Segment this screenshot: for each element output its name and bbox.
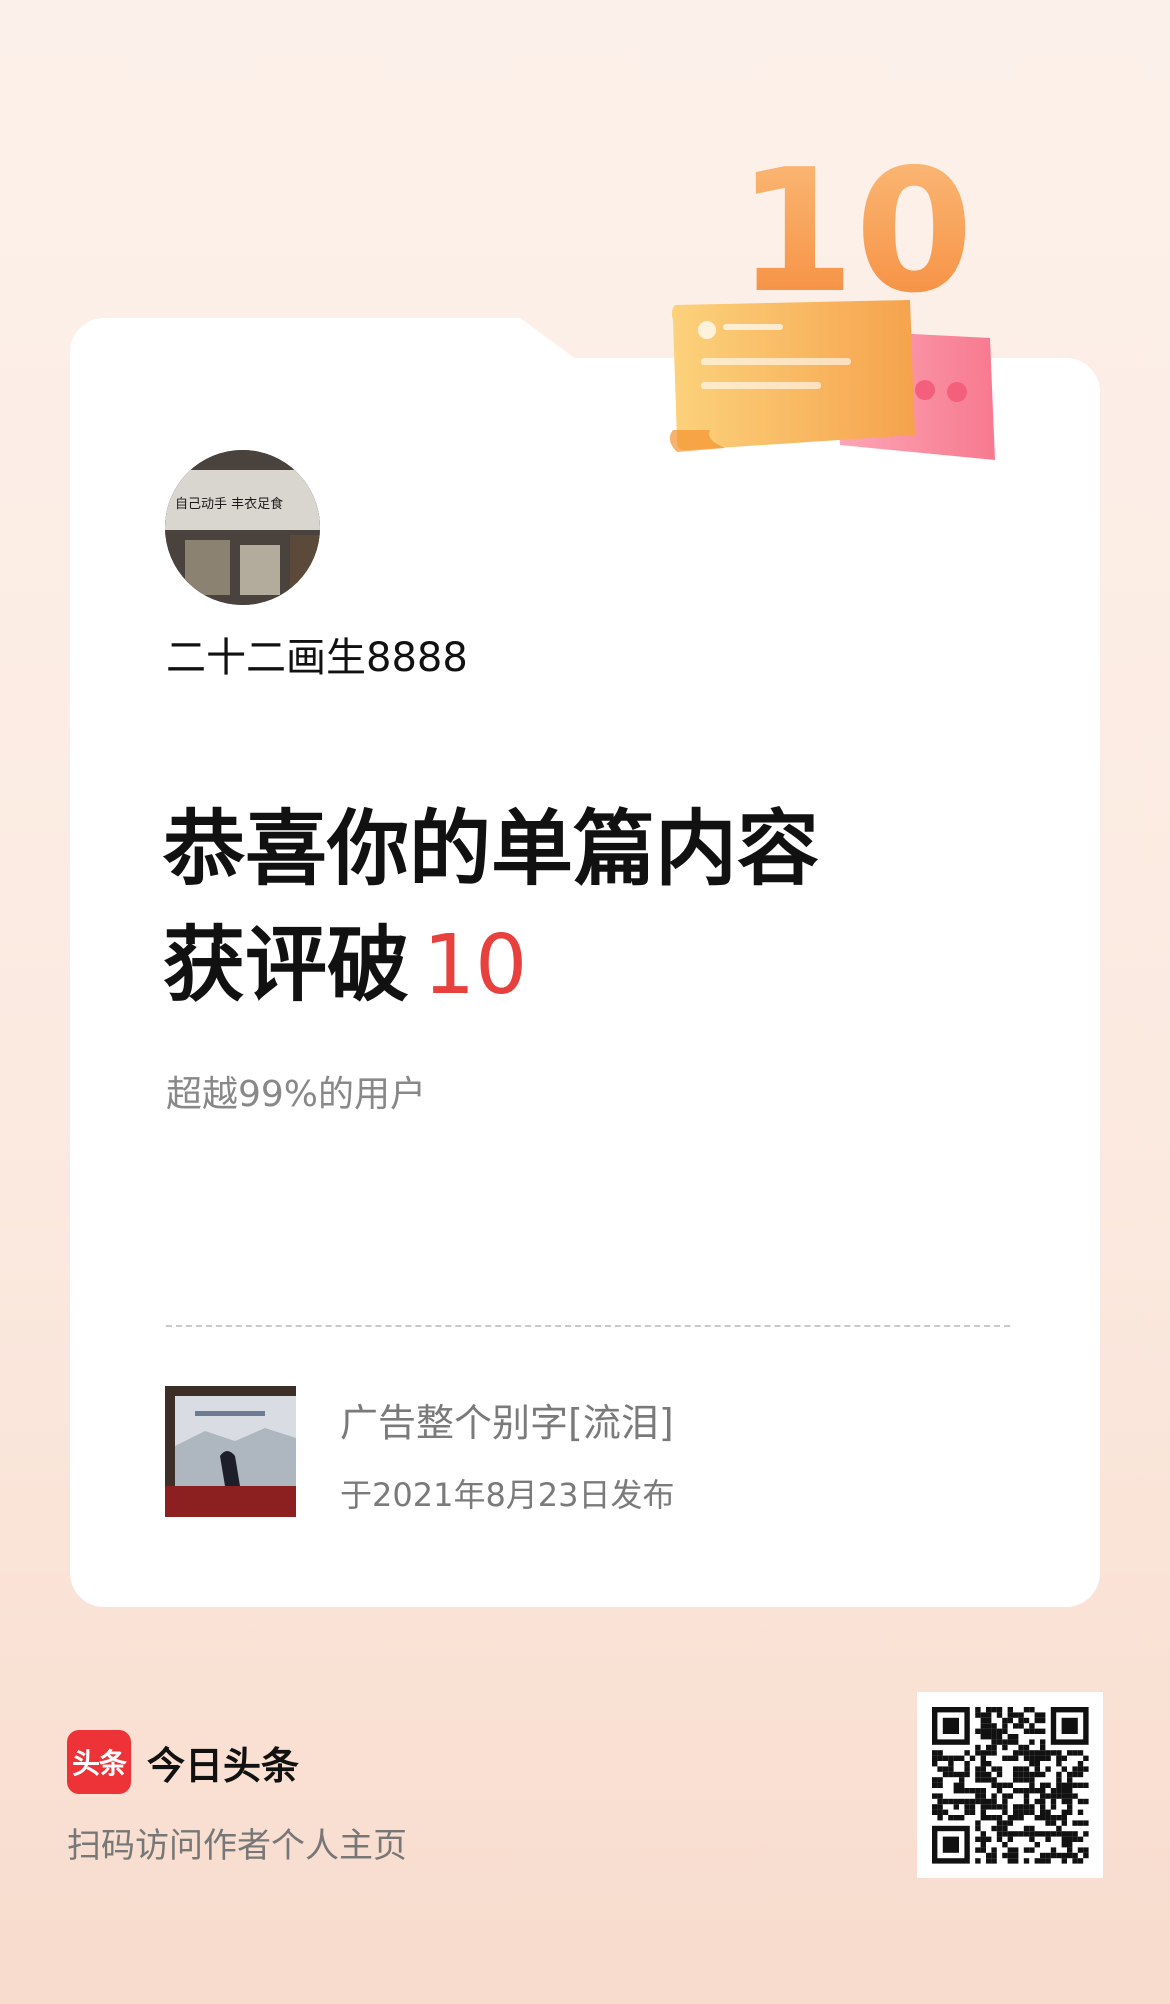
article-thumbnail[interactable]: [165, 1386, 296, 1517]
article-title[interactable]: 广告整个别字[流泪]: [340, 1392, 674, 1447]
headline-prefix: 获评破: [163, 918, 410, 1013]
qr-code-icon[interactable]: [917, 1692, 1103, 1878]
scan-hint: 扫码访问作者个人主页: [67, 1826, 407, 1866]
toutiao-logo-icon: 头条: [67, 1730, 131, 1794]
brand: 头条 今日头条: [67, 1730, 299, 1794]
brand-logo-text: 头条: [71, 1747, 127, 1780]
qr-code-graphic: [917, 1692, 1103, 1878]
headline-line2: 获评破 10: [163, 908, 819, 1024]
headline: 恭喜你的单篇内容 获评破 10: [163, 792, 819, 1024]
qr-finder-mark: [1050, 1707, 1089, 1745]
scroll-line-shape: [701, 358, 851, 365]
qr-finder-mark: [932, 1707, 970, 1745]
badge-10-illustration: 10: [669, 140, 995, 460]
pink-dot-shape: [947, 382, 967, 402]
thumbnail-photo: [165, 1386, 296, 1517]
brand-name: 今日头条: [147, 1743, 300, 1788]
dashed-divider: [166, 1325, 1010, 1327]
percentile-subtitle: 超越99%的用户: [166, 1074, 427, 1115]
headline-line1: 恭喜你的单篇内容: [163, 802, 820, 897]
headline-number: 10: [423, 918, 528, 1013]
avatar-photo: 自己动手 丰衣足食: [165, 450, 320, 605]
avatar-calligraphy: 自己动手 丰衣足食: [175, 496, 283, 512]
author-avatar[interactable]: 自己动手 丰衣足食: [165, 450, 320, 605]
pink-dot-shape: [915, 380, 935, 400]
author-name[interactable]: 二十二画生8888: [166, 625, 468, 683]
article-date: 于2021年8月23日发布: [340, 1476, 675, 1514]
scroll-avatar-shape: [698, 321, 716, 339]
qr-finder-mark: [932, 1825, 970, 1864]
scroll-line-shape: [701, 382, 821, 389]
scroll-line-shape: [723, 324, 783, 330]
